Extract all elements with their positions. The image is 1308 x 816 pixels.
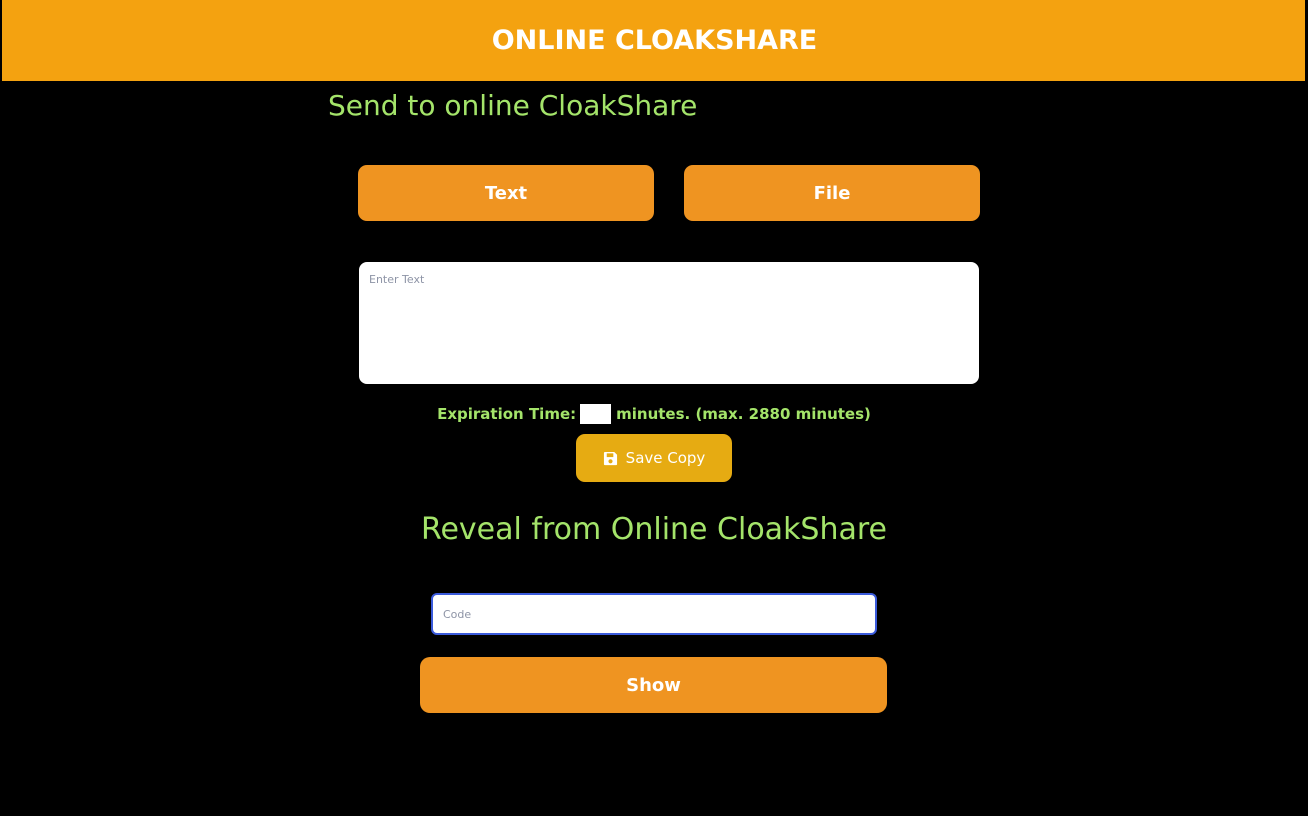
save-copy-label: Save Copy: [625, 449, 706, 467]
code-input[interactable]: [431, 593, 877, 635]
text-input[interactable]: [359, 262, 979, 384]
text-tab-button[interactable]: Text: [358, 165, 654, 221]
app-title: ONLINE CLOAKSHARE: [491, 25, 818, 56]
show-button[interactable]: Show: [420, 657, 887, 713]
reveal-section-heading: Reveal from Online CloakShare: [420, 512, 888, 547]
app-header: ONLINE CLOAKSHARE: [2, 0, 1305, 81]
save-copy-button[interactable]: Save Copy: [576, 434, 732, 482]
floppy-disk-icon: [603, 451, 618, 466]
expiration-row: Expiration Time: minutes. (max. 2880 min…: [0, 403, 1308, 425]
expiration-suffix: minutes. (max. 2880 minutes): [616, 405, 871, 423]
expiration-minutes-input[interactable]: [580, 404, 612, 424]
file-tab-button[interactable]: File: [684, 165, 980, 221]
send-section-heading: Send to online CloakShare: [328, 89, 698, 122]
expiration-label: Expiration Time:: [437, 405, 577, 423]
